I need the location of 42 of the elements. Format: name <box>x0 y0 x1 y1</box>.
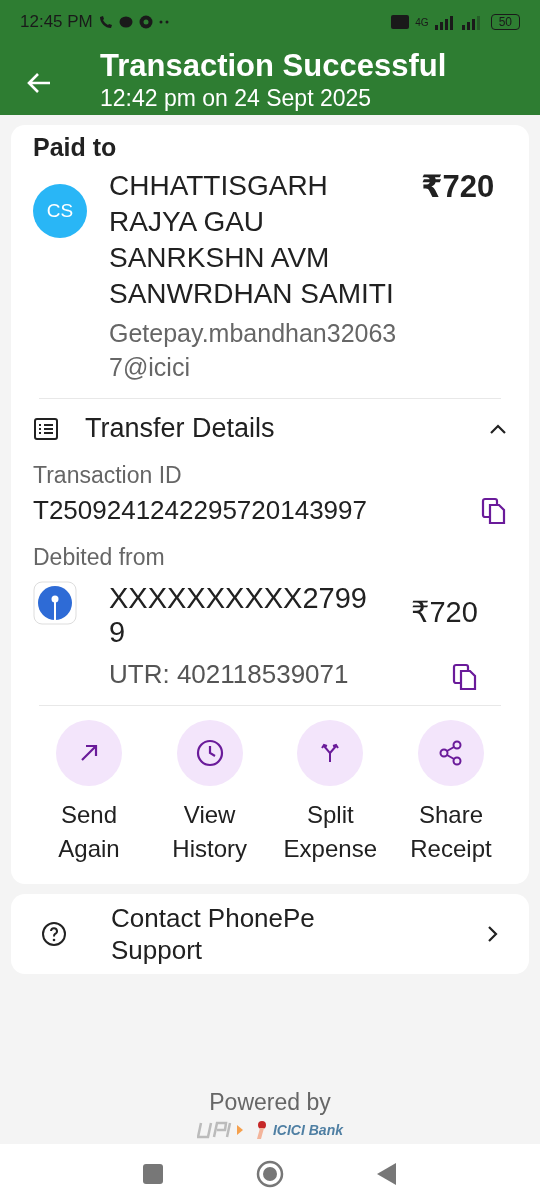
bank-logo-icon <box>33 581 77 625</box>
network-label: 4G <box>415 16 429 28</box>
more-dots-icon <box>158 20 169 24</box>
bank-name: ICICI Bank <box>273 1122 343 1138</box>
copy-icon[interactable] <box>451 663 478 691</box>
action-button[interactable]: Send Again <box>33 720 145 866</box>
back-icon[interactable] <box>376 1162 398 1186</box>
utr-number: UTR: 402118539071 <box>109 659 350 690</box>
list-icon <box>33 416 59 441</box>
powered-by-label: Powered by <box>209 1089 331 1116</box>
field-label: Debited from <box>33 544 166 571</box>
debit-amount: ₹720 <box>411 595 478 629</box>
phone-icon <box>98 15 113 29</box>
action-button[interactable]: View History <box>153 720 266 866</box>
clock-icon <box>194 738 225 768</box>
copy-icon[interactable] <box>481 496 507 525</box>
payment-amount: ₹720 <box>421 168 495 205</box>
status-time: 12:45 PM <box>20 12 93 32</box>
transaction-id: T2509241242295720143997 <box>33 495 367 526</box>
chevron-right-icon <box>487 925 499 943</box>
upi-id: Getepay.mbandhan320637@icici <box>109 318 398 383</box>
action-button[interactable]: Share Receipt <box>394 720 507 866</box>
payee-name: CHHATTISGARH RAJYA GAU SANRKSHN AVM SANWRDHAN SAMITI <box>109 169 395 311</box>
browser-icon <box>138 15 153 29</box>
transaction-time: 12:42 pm on 24 Sept 2025 <box>100 83 373 112</box>
support-button[interactable]: Contact PhonePe Support <box>11 894 529 974</box>
account-number: XXXXXXXXXX27999 <box>109 581 368 649</box>
transfer-details-title: Transfer Details <box>85 413 276 444</box>
help-icon <box>41 921 67 947</box>
share-icon <box>437 740 464 766</box>
field-label: Transaction ID <box>33 462 183 489</box>
payee-avatar: CS <box>33 184 87 238</box>
recents-icon[interactable] <box>142 1163 164 1185</box>
home-icon[interactable] <box>256 1160 284 1188</box>
back-arrow-icon[interactable] <box>26 71 52 94</box>
action-button[interactable]: Split Expense <box>274 720 387 866</box>
volte-icon <box>391 14 410 30</box>
battery-indicator: 50 <box>490 14 520 30</box>
paid-to-label: Paid to <box>33 133 118 162</box>
chevron-icon[interactable] <box>489 422 507 435</box>
page-title: Transaction Successful <box>100 47 447 84</box>
chat-icon <box>118 16 133 28</box>
